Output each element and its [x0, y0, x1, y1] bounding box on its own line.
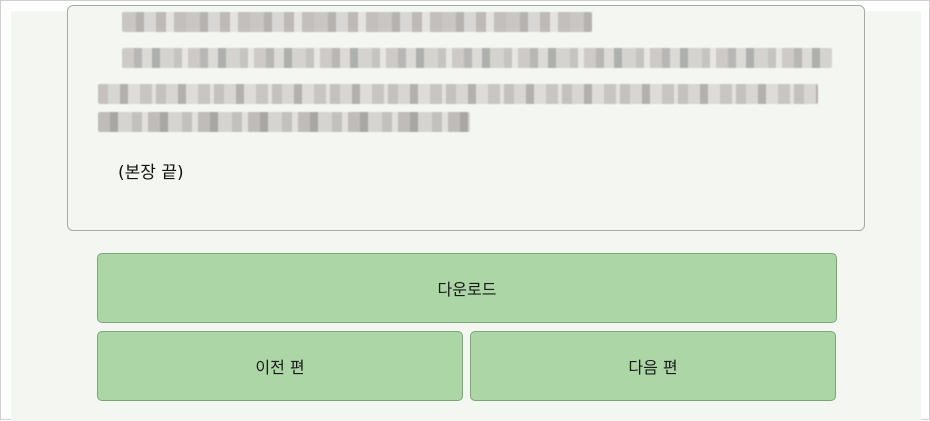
next-chapter-button[interactable]: 다음 편 — [470, 331, 836, 401]
previous-chapter-button[interactable]: 이전 편 — [97, 331, 463, 401]
blurred-text-line — [98, 84, 818, 104]
window-frame: (본장 끝) 다운로드 이전 편 다음 편 — [0, 0, 930, 421]
reader-page: (본장 끝) 다운로드 이전 편 다음 편 — [11, 5, 921, 421]
download-button[interactable]: 다운로드 — [97, 253, 837, 323]
chapter-content-card: (본장 끝) — [67, 5, 865, 231]
blurred-text-line — [98, 112, 470, 132]
blurred-text-line — [122, 48, 832, 68]
blurred-text-line — [122, 12, 592, 32]
chapter-end-marker: (본장 끝) — [118, 163, 184, 183]
